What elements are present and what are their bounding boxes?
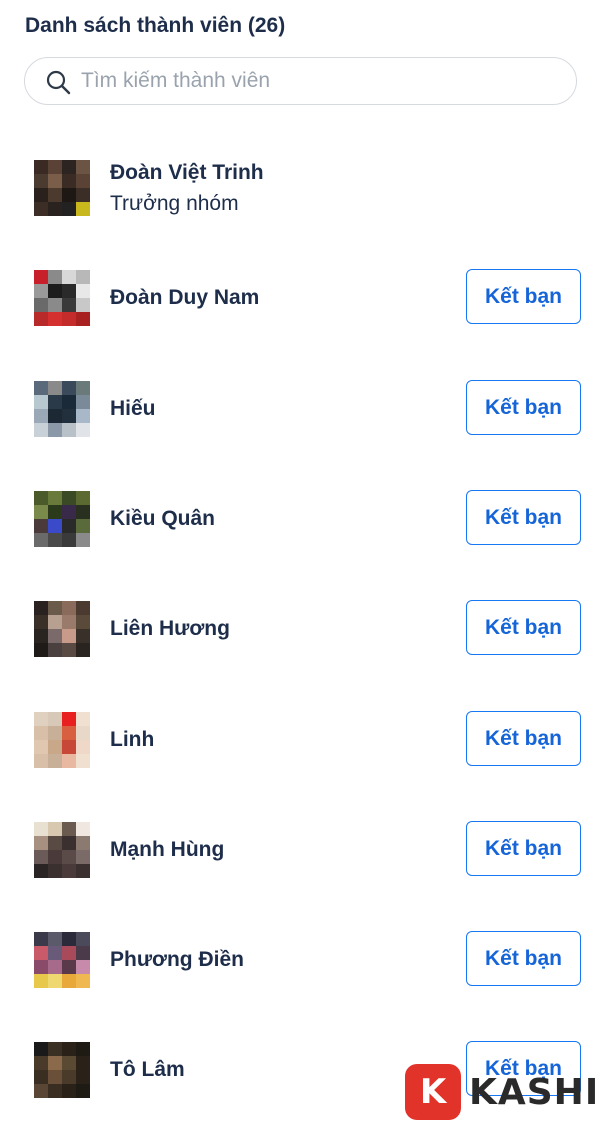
avatar[interactable] [34, 822, 90, 878]
member-name[interactable]: Linh [110, 728, 154, 752]
member-row[interactable]: Đoàn Việt Trinh Trưởng nhóm [0, 158, 600, 216]
avatar[interactable] [34, 601, 90, 657]
member-name[interactable]: Mạnh Hùng [110, 838, 224, 862]
watermark-text: KASHI [469, 1072, 600, 1113]
member-name[interactable]: Phương Điền [110, 948, 244, 972]
member-name[interactable]: Đoàn Duy Nam [110, 286, 259, 310]
add-friend-button[interactable]: Kết bạn [466, 600, 581, 655]
watermark: K KASHI [405, 1064, 598, 1122]
add-friend-button[interactable]: Kết bạn [466, 269, 581, 324]
avatar[interactable] [34, 270, 90, 326]
member-row[interactable]: Phương Điền Kết bạn [0, 930, 600, 988]
watermark-logo-badge: K [405, 1064, 461, 1120]
member-name[interactable]: Tô Lâm [110, 1058, 185, 1082]
member-name[interactable]: Đoàn Việt Trinh [110, 161, 264, 185]
add-friend-button[interactable]: Kết bạn [466, 490, 581, 545]
add-friend-button[interactable]: Kết bạn [466, 380, 581, 435]
avatar[interactable] [34, 712, 90, 768]
add-friend-button[interactable]: Kết bạn [466, 821, 581, 876]
member-name[interactable]: Hiếu [110, 397, 156, 421]
page-title: Danh sách thành viên (26) [25, 14, 286, 37]
search-icon [46, 70, 71, 95]
add-friend-button[interactable]: Kết bạn [466, 931, 581, 986]
avatar[interactable] [34, 1042, 90, 1098]
member-row[interactable]: Mạnh Hùng Kết bạn [0, 820, 600, 878]
avatar[interactable] [34, 160, 90, 216]
add-friend-button[interactable]: Kết bạn [466, 711, 581, 766]
member-name[interactable]: Kiều Quân [110, 507, 215, 531]
avatar[interactable] [34, 932, 90, 988]
member-row[interactable]: Liên Hương Kết bạn [0, 599, 600, 657]
member-name[interactable]: Liên Hương [110, 617, 230, 641]
member-role: Trưởng nhóm [110, 192, 239, 215]
member-row[interactable]: Kiều Quân Kết bạn [0, 489, 600, 547]
search-input[interactable] [81, 66, 561, 96]
avatar[interactable] [34, 491, 90, 547]
search-box[interactable] [24, 57, 577, 105]
avatar[interactable] [34, 381, 90, 437]
member-row[interactable]: Hiếu Kết bạn [0, 379, 600, 437]
member-row[interactable]: Đoàn Duy Nam Kết bạn [0, 268, 600, 326]
member-row[interactable]: Linh Kết bạn [0, 710, 600, 768]
watermark-logo-letter: K [419, 1072, 447, 1112]
